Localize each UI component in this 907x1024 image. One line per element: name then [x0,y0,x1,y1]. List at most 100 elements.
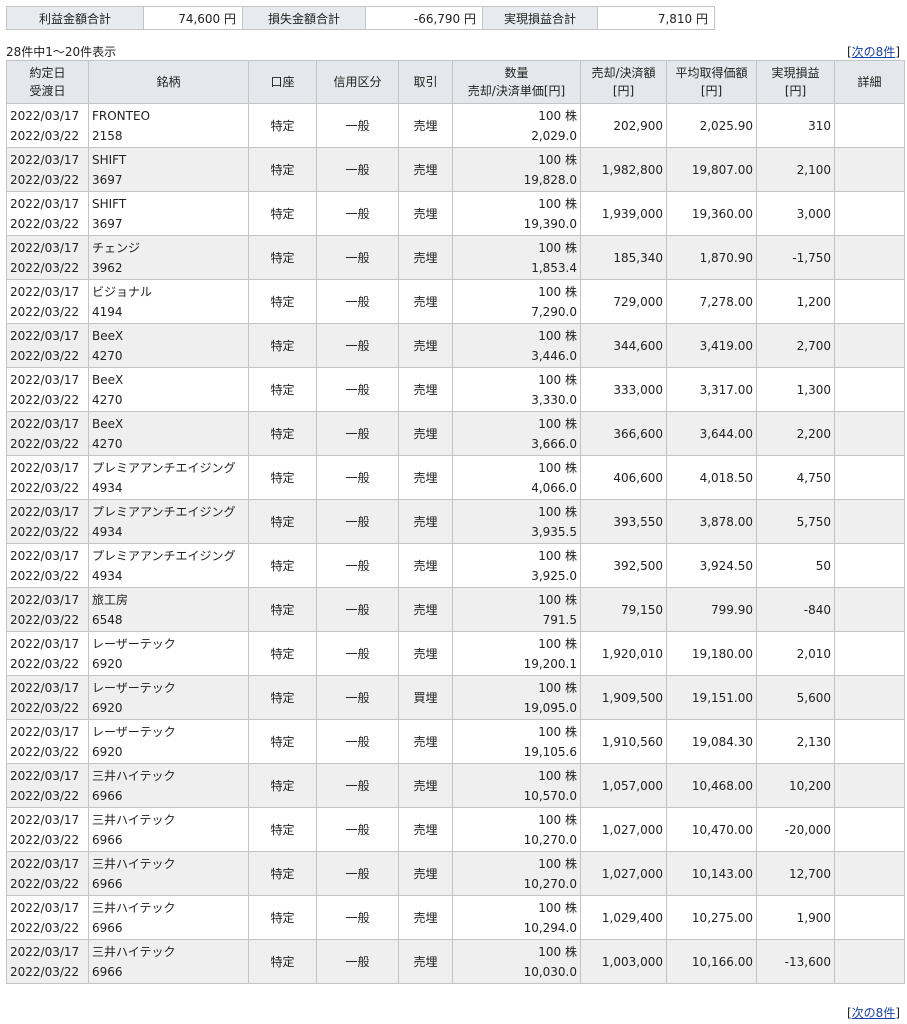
unit-price: 3,446.0 [531,348,577,363]
amount-cell: 1,027,000 [580,851,667,896]
trade-cell: 買埋 [398,675,453,720]
unit-price: 3,925.0 [531,568,577,583]
stock-name: SHIFT [92,152,127,167]
stock-cell: 三井ハイテック 6966 [88,763,249,808]
credit-cell: 一般 [316,587,399,632]
stock-cell: チェンジ 3962 [88,235,249,280]
stock-name: BeeX [92,372,124,387]
amount-cell: 344,600 [580,323,667,368]
table-row: 2022/03/17 2022/03/22 ビジョナル 4194 特定 一般 売埋 100 株… [6,279,905,324]
credit-cell: 一般 [316,323,399,368]
trade-cell: 売埋 [398,587,453,632]
quantity: 100 株 [538,284,577,299]
next-page-link[interactable]: 次の8件 [852,45,896,59]
qty-cell: 100 株 7,290.0 [452,279,581,324]
settle-date: 2022/03/22 [10,348,80,363]
qty-cell: 100 株 3,330.0 [452,367,581,412]
unit-price: 3,330.0 [531,392,577,407]
trade-cell: 売埋 [398,719,453,764]
detail-cell [834,763,905,808]
date-cell: 2022/03/17 2022/03/22 [6,719,89,764]
stock-cell: 三井ハイテック 6966 [88,939,249,984]
amount-cell: 185,340 [580,235,667,280]
profit-loss-cell: 1,200 [756,279,835,324]
pager-bracket-close: ] [895,45,900,59]
credit-cell: 一般 [316,807,399,852]
settle-date: 2022/03/22 [10,832,80,847]
credit-cell: 一般 [316,279,399,324]
detail-cell [834,675,905,720]
trade-date: 2022/03/17 [10,900,80,915]
amount-cell: 1,003,000 [580,939,667,984]
qty-cell: 100 株 19,390.0 [452,191,581,236]
qty-cell: 100 株 19,828.0 [452,147,581,192]
profit-loss-cell: -13,600 [756,939,835,984]
stock-code: 2158 [92,128,123,143]
stock-code: 4270 [92,436,123,451]
quantity: 100 株 [538,724,577,739]
account-cell: 特定 [248,631,317,676]
unit-price: 19,105.6 [523,744,577,759]
amount-cell: 1,939,000 [580,191,667,236]
detail-cell [834,543,905,588]
amount-cell: 1,057,000 [580,763,667,808]
unit-price: 19,390.0 [523,216,577,231]
unit-price: 1,853.4 [531,260,577,275]
stock-name: 三井ハイテック [92,768,176,783]
settle-date: 2022/03/22 [10,612,80,627]
next-page-link[interactable]: 次の8件 [852,1006,896,1020]
trade-date: 2022/03/17 [10,284,80,299]
trade-cell: 売埋 [398,631,453,676]
profit-loss-cell: 2,200 [756,411,835,456]
settle-date: 2022/03/22 [10,920,80,935]
stock-cell: プレミアアンチエイジング 4934 [88,543,249,588]
detail-cell [834,323,905,368]
unit-price: 19,095.0 [523,700,577,715]
trade-cell: 売埋 [398,543,453,588]
profit-loss-cell: 3,000 [756,191,835,236]
settle-date: 2022/03/22 [10,744,80,759]
stock-code: 4270 [92,348,123,363]
stock-cell: レーザーテック 6920 [88,675,249,720]
table-row: 2022/03/17 2022/03/22 三井ハイテック 6966 特定 一般 売埋 100… [6,939,905,984]
avg-price-cell: 7,278.00 [666,279,757,324]
stock-code: 6966 [92,920,123,935]
header-account: 口座 [248,60,317,104]
header-settle-date: 受渡日 [29,84,66,98]
stock-name: レーザーテック [92,636,176,651]
stock-code: 3697 [92,216,123,231]
credit-cell: 一般 [316,147,399,192]
table-row: 2022/03/17 2022/03/22 レーザーテック 6920 特定 一般 売埋 100… [6,719,905,764]
date-cell: 2022/03/17 2022/03/22 [6,895,89,940]
detail-cell [834,719,905,764]
quantity: 100 株 [538,680,577,695]
quantity: 100 株 [538,900,577,915]
trade-cell: 売埋 [398,367,453,412]
qty-cell: 100 株 3,935.5 [452,499,581,544]
qty-cell: 100 株 19,200.1 [452,631,581,676]
quantity: 100 株 [538,812,577,827]
header-credit: 信用区分 [316,60,399,104]
pager-bracket-close: ] [895,1006,900,1020]
qty-cell: 100 株 19,095.0 [452,675,581,720]
credit-cell: 一般 [316,543,399,588]
qty-cell: 100 株 3,925.0 [452,543,581,588]
table-row: 2022/03/17 2022/03/22 FRONTEO 2158 特定 一般 売埋 100… [6,103,905,148]
profit-loss-cell: 2,010 [756,631,835,676]
settle-date: 2022/03/22 [10,656,80,671]
result-count: 28件中1～20件表示 [6,45,117,59]
stock-name: SHIFT [92,196,127,211]
avg-price-cell: 3,878.00 [666,499,757,544]
date-cell: 2022/03/17 2022/03/22 [6,631,89,676]
unit-price: 2,029.0 [531,128,577,143]
summary-bar: 利益金額合計 74,600 円 損失金額合計 -66,790 円 実現損益合計 … [6,6,715,30]
date-cell: 2022/03/17 2022/03/22 [6,763,89,808]
avg-price-cell: 799.90 [666,587,757,632]
amount-cell: 366,600 [580,411,667,456]
avg-price-cell: 3,644.00 [666,411,757,456]
realized-total-value: 7,810 円 [597,6,715,30]
quantity: 100 株 [538,108,577,123]
profit-loss-cell: 5,600 [756,675,835,720]
quantity: 100 株 [538,636,577,651]
date-cell: 2022/03/17 2022/03/22 [6,675,89,720]
